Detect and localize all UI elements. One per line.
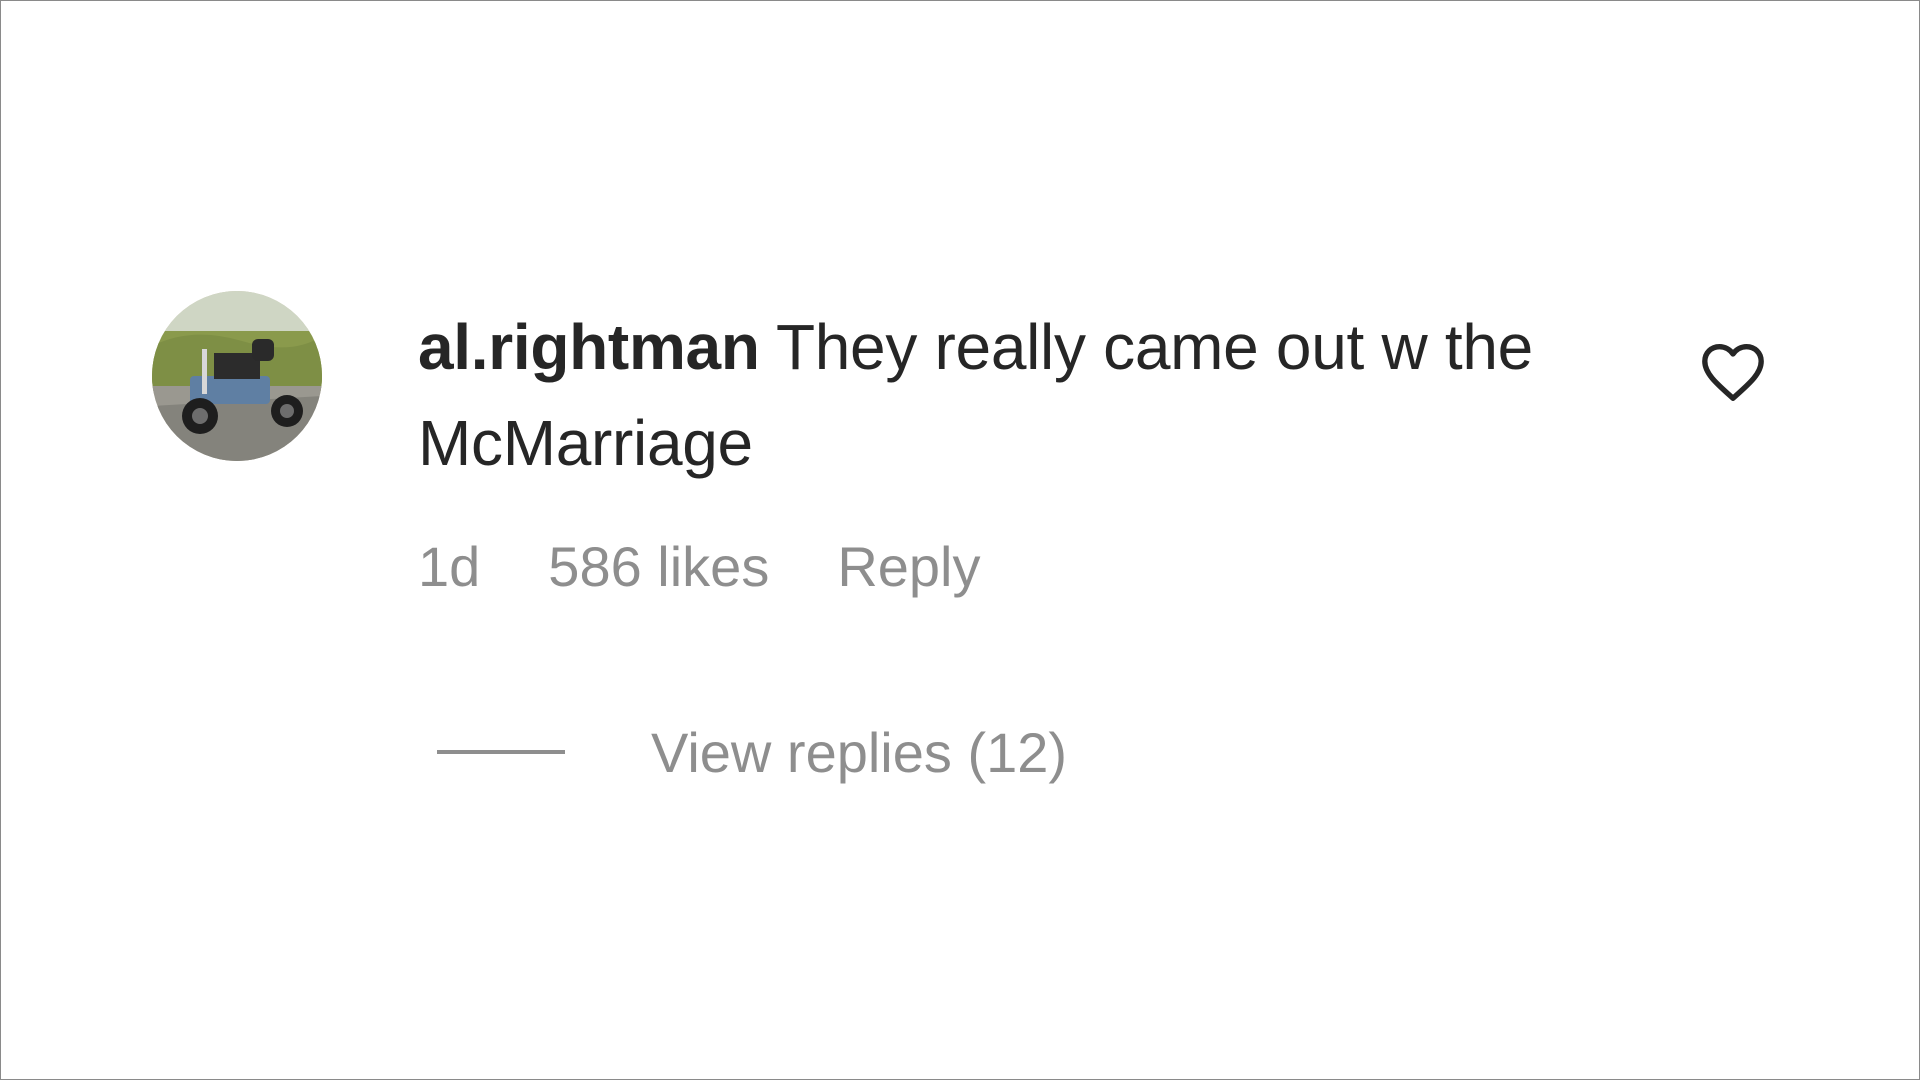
comment-username[interactable]: al.rightman xyxy=(418,311,760,383)
heart-outline-icon[interactable] xyxy=(1698,341,1768,403)
view-replies-label[interactable]: View replies (12) xyxy=(651,720,1067,785)
comment-body: al.rightman They really came out w the M… xyxy=(418,299,1598,491)
reply-button[interactable]: Reply xyxy=(837,534,980,599)
avatar[interactable] xyxy=(152,291,322,461)
comment-timestamp[interactable]: 1d xyxy=(418,534,480,599)
comment-meta: 1d 586 likes Reply xyxy=(418,531,1049,601)
comment-like-count[interactable]: 586 likes xyxy=(548,534,769,599)
avatar-photo xyxy=(152,291,322,461)
view-replies-divider xyxy=(437,750,565,754)
comment-panel: al.rightman They really came out w the M… xyxy=(0,0,1920,1080)
view-replies-button[interactable]: View replies (12) xyxy=(437,717,1067,787)
